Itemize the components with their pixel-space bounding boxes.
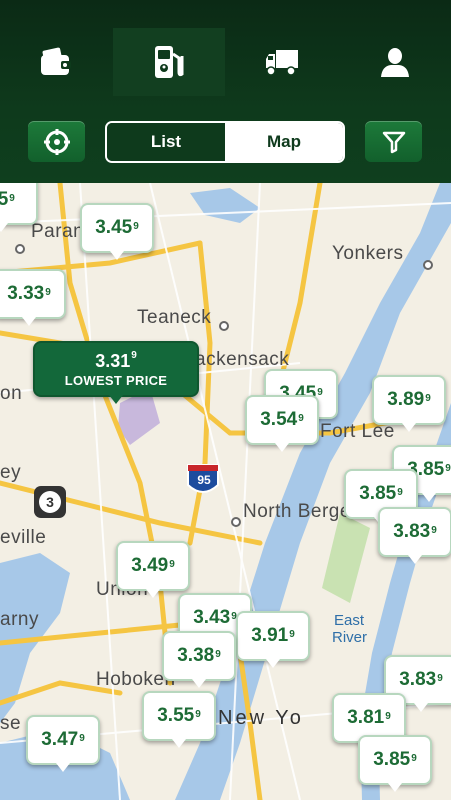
place-label: arny xyxy=(0,609,39,630)
price-value: 3.89 xyxy=(387,389,425,410)
price-pin[interactable]: 3.45 9 xyxy=(80,203,154,260)
place-label: ackensack xyxy=(195,349,290,370)
gas-pump-icon xyxy=(155,46,184,78)
price-value: 3.43 xyxy=(193,607,231,628)
price-pin[interactable]: 3.38 9 xyxy=(162,631,236,688)
price-fraction: 9 xyxy=(289,628,295,640)
profile-icon xyxy=(381,48,409,77)
place-label: eville xyxy=(0,527,47,548)
price-fraction: 9 xyxy=(431,524,437,536)
price-fraction: 9 xyxy=(411,752,417,764)
truck-icon xyxy=(266,50,298,76)
tab-truck[interactable] xyxy=(226,28,338,96)
filter-icon xyxy=(382,131,405,153)
price-fraction: 9 xyxy=(385,710,391,722)
price-fraction: 9 xyxy=(9,192,15,204)
price-pin[interactable]: 3.54 9 xyxy=(245,395,319,452)
route-number: 3 xyxy=(46,494,54,510)
price-fraction: 9 xyxy=(79,732,85,744)
price-fraction: 9 xyxy=(298,412,304,424)
price-value: 3.54 xyxy=(260,409,298,430)
price-fraction: 9 xyxy=(425,392,431,404)
water-label: River xyxy=(332,629,368,646)
tab-wallet[interactable] xyxy=(0,28,112,96)
locate-button[interactable] xyxy=(28,121,85,162)
tab-profile[interactable] xyxy=(339,28,451,96)
price-value: 3.55 xyxy=(157,705,195,726)
price-value: 3.85 xyxy=(359,483,397,504)
price-fraction: 9 xyxy=(445,462,451,474)
view-toggle: List Map xyxy=(105,121,345,163)
interstate-number: 95 xyxy=(197,473,211,487)
price-fraction: 9 xyxy=(397,486,403,498)
price-value: 3.49 xyxy=(131,555,169,576)
place-label: New Yo xyxy=(218,707,304,729)
price-fraction: 9 xyxy=(45,286,51,298)
price-pin[interactable]: 459 xyxy=(0,183,38,232)
price-fraction: 9 xyxy=(133,220,139,232)
place-label: se xyxy=(0,713,22,734)
price-pin[interactable]: 3.55 9 xyxy=(142,691,216,748)
lowest-price-label: LOWEST PRICE xyxy=(64,373,168,388)
price-pin[interactable]: 3.47 9 xyxy=(26,715,100,772)
tab-gas-stations[interactable] xyxy=(113,28,225,96)
filter-button[interactable] xyxy=(365,121,422,162)
app-header: List Map xyxy=(0,0,451,183)
list-view-button[interactable]: List xyxy=(107,123,225,161)
price-value: 3.83 xyxy=(393,521,431,542)
map-view[interactable]: Paran Yonkers Teaneck ackensack Fort Lee… xyxy=(0,183,451,800)
water-label: East xyxy=(334,612,365,629)
lowest-price-value: 3.31 xyxy=(95,351,131,371)
price-fraction: 9 xyxy=(215,648,221,660)
price-pin[interactable]: 3.33 9 xyxy=(0,269,66,326)
price-pin[interactable]: 3.49 9 xyxy=(116,541,190,598)
price-value: 3.38 xyxy=(177,645,215,666)
price-value: 3.85 xyxy=(373,749,411,770)
price-fraction: 9 xyxy=(169,558,175,570)
place-label: on xyxy=(0,383,23,404)
price-pin[interactable]: 3.89 9 xyxy=(372,375,446,432)
price-fraction: 9 xyxy=(195,708,201,720)
price-fraction: 9 xyxy=(437,672,443,684)
price-value: 3.91 xyxy=(251,625,289,646)
price-value: 3.33 xyxy=(7,283,45,304)
price-value: 3.47 xyxy=(41,729,79,750)
map-view-button[interactable]: Map xyxy=(225,123,343,161)
price-value: 3.83 xyxy=(399,669,437,690)
wallet-icon xyxy=(41,47,71,75)
lowest-price-fraction: 9 xyxy=(131,350,137,361)
place-label: Paran xyxy=(31,221,85,242)
price-value: 3.45 xyxy=(95,217,133,238)
price-pin[interactable]: 3.91 9 xyxy=(236,611,310,668)
price-pin[interactable]: 3.85 9 xyxy=(358,735,432,792)
price-value: 45 xyxy=(0,189,9,210)
price-value: 3.81 xyxy=(347,707,385,728)
place-label: Yonkers xyxy=(332,243,404,264)
lowest-price-pin[interactable]: 3.319 LOWEST PRICE xyxy=(33,341,199,404)
place-label: ey xyxy=(0,462,22,483)
place-label: Teaneck xyxy=(137,307,212,328)
price-fraction: 9 xyxy=(317,386,323,398)
crosshair-icon xyxy=(43,128,70,155)
price-pin[interactable]: 3.83 9 xyxy=(378,507,451,564)
